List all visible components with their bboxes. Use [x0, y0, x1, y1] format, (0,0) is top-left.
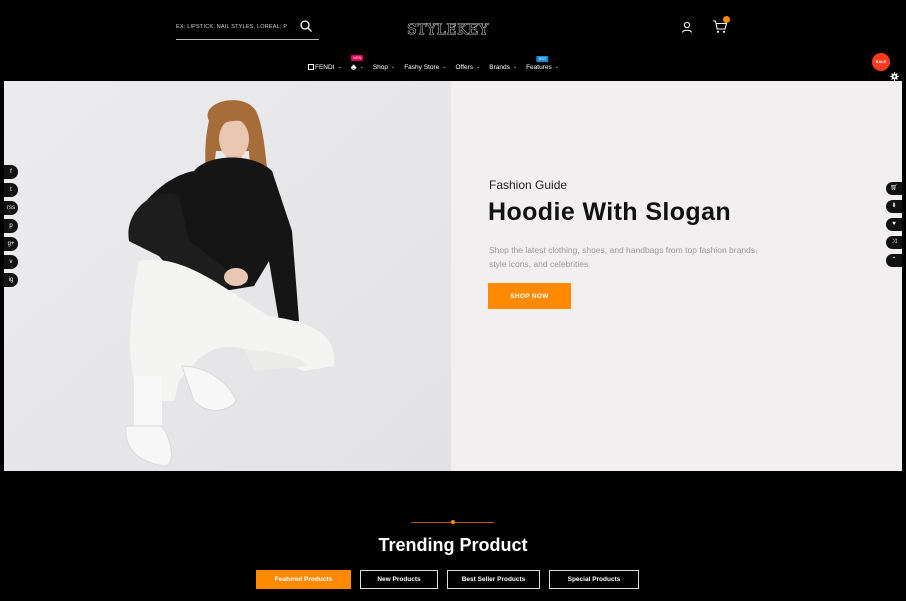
- rss-icon[interactable]: rss: [4, 201, 18, 215]
- heart-icon[interactable]: ♥: [886, 218, 902, 231]
- nav-item-label: FENDI: [315, 63, 335, 71]
- facebook-icon[interactable]: f: [4, 165, 18, 179]
- site-logo[interactable]: STYLEKEY: [407, 20, 489, 40]
- nav-item-label: Features: [526, 63, 552, 71]
- nav-item-offers[interactable]: Offers ⌄: [455, 64, 480, 71]
- quick-actions-bar: 🛒︎ ⬇︎ ♥ ⤨ ⌃: [886, 182, 902, 267]
- chevron-down-icon: ⌄: [512, 64, 518, 70]
- hero-description: Shop the latest clothing, shoes, and han…: [489, 245, 758, 269]
- hero-banner: Fashion Guide Hoodie With Slogan Shop th…: [4, 81, 902, 471]
- tab-new-products[interactable]: New Products: [360, 570, 438, 589]
- nav-item-shop[interactable]: Shop ⌄: [373, 64, 395, 71]
- vimeo-icon[interactable]: v: [4, 255, 18, 269]
- nav-item-fendi[interactable]: FENDI ⌄: [308, 64, 342, 71]
- fendi-box-icon: [308, 64, 314, 70]
- nav-item-club[interactable]: NEW ♣ ⌄: [350, 54, 364, 72]
- gear-icon: [890, 71, 899, 81]
- divider-dot: [451, 520, 455, 524]
- hero-title: Hoodie With Slogan: [488, 198, 732, 226]
- logo-text: STYLEKEY: [407, 22, 489, 39]
- search-icon[interactable]: [299, 19, 313, 33]
- chevron-down-icon: ⌄: [391, 64, 396, 70]
- chevron-down-icon: ⌄: [442, 64, 447, 70]
- pinterest-icon[interactable]: p: [4, 219, 18, 233]
- cart-icon[interactable]: 🛒︎: [886, 182, 902, 195]
- chevron-down-icon: ⌄: [554, 64, 559, 70]
- nav-item-label: Brands: [489, 63, 510, 71]
- cart-count-badge: [723, 16, 730, 23]
- nav-item-label: Fashy Store: [404, 63, 440, 71]
- google-plus-icon[interactable]: g+: [4, 237, 18, 251]
- tab-special-products[interactable]: Special Products: [549, 570, 639, 589]
- tab-best-seller-products[interactable]: Best Seller Products: [447, 570, 540, 589]
- tab-featured-products[interactable]: Featured Products: [256, 570, 351, 589]
- instagram-icon[interactable]: ig: [4, 273, 18, 287]
- hot-badge: HOT: [536, 55, 549, 62]
- nav-item-fashy-store[interactable]: Fashy Store ⌄: [404, 64, 446, 71]
- chevron-down-icon: ⌄: [476, 64, 481, 70]
- chevron-down-icon: ⌄: [337, 64, 342, 70]
- twitter-icon[interactable]: t: [4, 183, 18, 197]
- nav-item-label: Shop: [372, 63, 388, 71]
- social-links: f t rss p g+ v ig: [4, 165, 18, 287]
- compare-icon[interactable]: ⤨: [886, 236, 902, 249]
- hero-model-image: [4, 81, 451, 471]
- main-nav: FENDI ⌄ NEW ♣ ⌄ Shop ⌄ Fashy Store ⌄ Off…: [308, 54, 568, 74]
- nav-item-label: Offers: [455, 63, 474, 71]
- hero-eyebrow: Fashion Guide: [489, 178, 568, 192]
- search-input[interactable]: [176, 20, 298, 34]
- nav-item-features[interactable]: HOT Features ⌄: [526, 55, 559, 71]
- search-bar: [176, 14, 319, 40]
- product-tabs: Featured Products New Products Best Sell…: [256, 570, 648, 589]
- download-icon[interactable]: ⬇︎: [886, 200, 902, 213]
- scroll-top-icon[interactable]: ⌃: [886, 254, 902, 267]
- section-title: Trending Product: [378, 535, 528, 555]
- nav-item-brands[interactable]: Brands ⌄: [489, 64, 517, 71]
- shop-now-button[interactable]: SHOP NOW: [488, 283, 571, 309]
- club-icon: ♣: [350, 61, 357, 72]
- user-icon[interactable]: [680, 20, 694, 34]
- new-badge: NEW: [351, 54, 364, 61]
- chevron-down-icon: ⌄: [359, 64, 364, 70]
